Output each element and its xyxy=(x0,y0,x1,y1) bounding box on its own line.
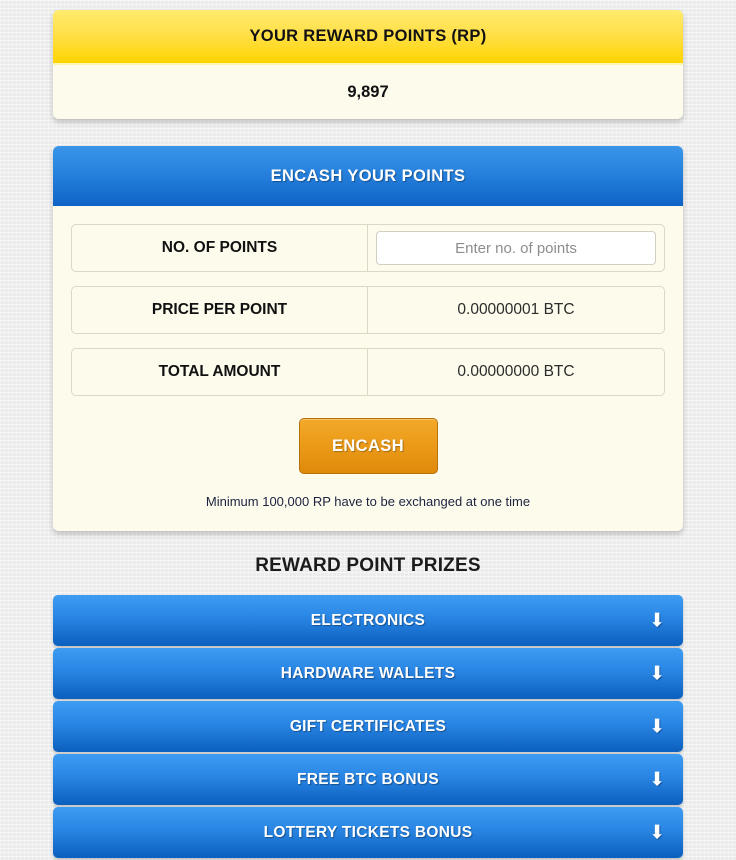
encash-panel-body: NO. OF POINTS PRICE PER POINT 0.00000001… xyxy=(53,206,683,531)
arrow-down-icon: ⬇ xyxy=(649,822,665,843)
accordion-label: GIFT CERTIFICATES xyxy=(289,717,447,735)
accordion-label: FREE BTC BONUS xyxy=(297,770,439,788)
form-row-total-amount: TOTAL AMOUNT 0.00000000 BTC xyxy=(71,348,665,396)
accordion-item-electronics[interactable]: ELECTRONICS ⬇ xyxy=(53,595,683,646)
prizes-title: REWARD POINT PRIZES xyxy=(255,555,481,576)
total-amount-value: 0.00000000 BTC xyxy=(457,363,575,380)
price-per-point-label: PRICE PER POINT xyxy=(72,287,368,333)
minimum-exchange-note: Minimum 100,000 RP have to be exchanged … xyxy=(205,494,531,509)
reward-points-value: 9,897 xyxy=(53,65,683,119)
arrow-down-icon: ⬇ xyxy=(649,663,665,684)
no-of-points-input[interactable] xyxy=(376,231,656,265)
encash-button[interactable]: ENCASH xyxy=(298,418,438,474)
price-per-point-value: 0.00000001 BTC xyxy=(457,301,575,318)
reward-points-header: YOUR REWARD POINTS (RP) xyxy=(53,10,683,65)
encash-panel: ENCASH YOUR POINTS NO. OF POINTS PRICE P… xyxy=(53,146,683,531)
no-of-points-label: NO. OF POINTS xyxy=(72,225,368,271)
arrow-down-icon: ⬇ xyxy=(649,769,665,790)
encash-panel-header: ENCASH YOUR POINTS xyxy=(53,146,683,206)
form-row-no-of-points: NO. OF POINTS xyxy=(71,224,665,272)
form-row-price-per-point: PRICE PER POINT 0.00000001 BTC xyxy=(71,286,665,334)
prizes-accordion: ELECTRONICS ⬇ HARDWARE WALLETS ⬇ GIFT CE… xyxy=(53,595,683,858)
accordion-item-gift-certificates[interactable]: GIFT CERTIFICATES ⬇ xyxy=(53,701,683,752)
accordion-item-free-btc-bonus[interactable]: FREE BTC BONUS ⬇ xyxy=(53,754,683,805)
no-of-points-cell xyxy=(368,225,664,271)
accordion-item-lottery-tickets-bonus[interactable]: LOTTERY TICKETS BONUS ⬇ xyxy=(53,807,683,858)
reward-points-card: YOUR REWARD POINTS (RP) 9,897 xyxy=(53,10,683,119)
accordion-label: HARDWARE WALLETS xyxy=(280,664,456,682)
page-container: YOUR REWARD POINTS (RP) 9,897 ENCASH YOU… xyxy=(0,0,736,858)
accordion-item-hardware-wallets[interactable]: HARDWARE WALLETS ⬇ xyxy=(53,648,683,699)
accordion-label: LOTTERY TICKETS BONUS xyxy=(263,823,473,841)
total-amount-label: TOTAL AMOUNT xyxy=(72,349,368,395)
accordion-label: ELECTRONICS xyxy=(310,611,426,629)
arrow-down-icon: ⬇ xyxy=(649,716,665,737)
encash-button-wrap: ENCASH xyxy=(71,418,665,474)
arrow-down-icon: ⬇ xyxy=(649,610,665,631)
